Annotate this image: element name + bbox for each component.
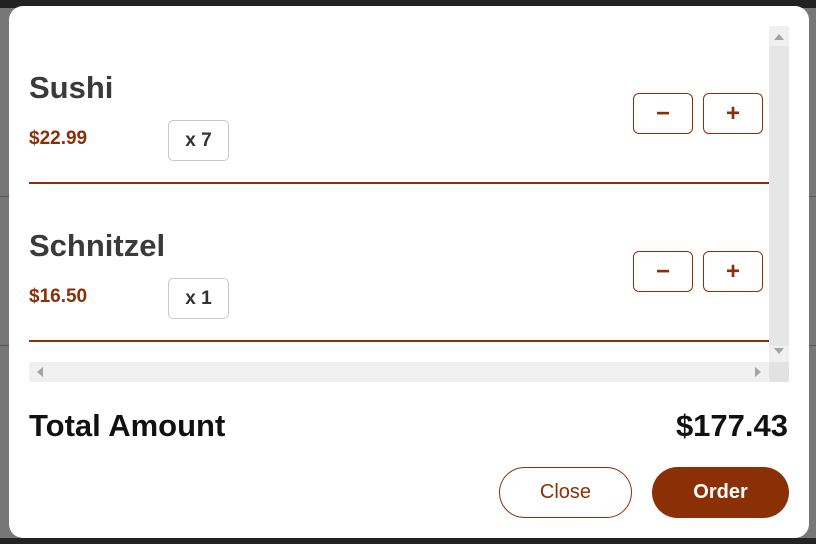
close-button[interactable]: Close <box>499 467 632 518</box>
backdrop-divider <box>0 196 9 197</box>
cart-item: Sushi $22.99 x 7 − + <box>29 26 769 184</box>
arrow-up-icon[interactable] <box>774 34 784 40</box>
item-quantity-badge: x 7 <box>168 120 229 161</box>
backdrop-divider <box>0 345 9 346</box>
backdrop-divider <box>809 345 816 346</box>
cart-item-list: Sushi $22.99 x 7 − + Schnitzel $16.50 x … <box>29 26 769 342</box>
cart-modal: Sushi $22.99 x 7 − + Schnitzel $16.50 x … <box>9 6 809 538</box>
vertical-scrollbar-thumb[interactable] <box>769 46 789 346</box>
order-button[interactable]: Order <box>652 467 789 518</box>
cart-items-scroll-area[interactable]: Sushi $22.99 x 7 − + Schnitzel $16.50 x … <box>29 26 789 382</box>
arrow-down-icon[interactable] <box>774 348 784 354</box>
scrollbar-corner <box>769 362 789 382</box>
horizontal-scrollbar[interactable] <box>29 362 769 382</box>
decrease-quantity-button[interactable]: − <box>633 93 693 134</box>
item-name: Schnitzel <box>29 228 166 263</box>
total-amount-value: $177.43 <box>675 408 788 443</box>
total-amount-label: Total Amount <box>29 408 226 443</box>
backdrop-bottom-bar <box>0 538 816 544</box>
decrease-quantity-button[interactable]: − <box>633 251 693 292</box>
increase-quantity-button[interactable]: + <box>703 93 763 134</box>
increase-quantity-button[interactable]: + <box>703 251 763 292</box>
item-price: $22.99 <box>29 128 88 149</box>
cart-item: Schnitzel $16.50 x 1 − + <box>29 184 769 342</box>
backdrop-divider <box>809 196 816 197</box>
arrow-left-icon[interactable] <box>37 367 43 377</box>
item-name: Sushi <box>29 70 114 105</box>
arrow-right-icon[interactable] <box>755 367 761 377</box>
item-quantity-badge: x 1 <box>168 278 229 319</box>
vertical-scrollbar[interactable] <box>769 26 789 362</box>
item-price: $16.50 <box>29 286 88 307</box>
